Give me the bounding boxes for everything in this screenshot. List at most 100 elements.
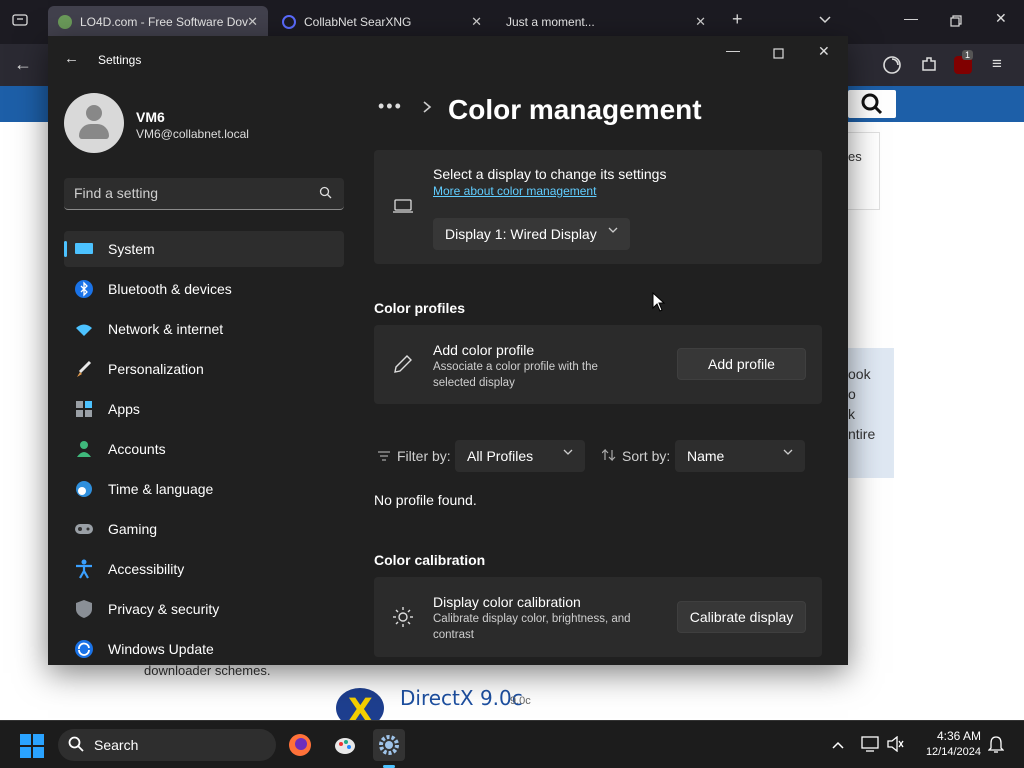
new-tab-icon[interactable]: + xyxy=(732,9,743,30)
sidebar-item-bluetooth[interactable]: Bluetooth & devices xyxy=(64,271,344,307)
sidebar-item-label: Accessibility xyxy=(108,561,185,577)
sidebar-item-gaming[interactable]: Gaming xyxy=(64,511,344,547)
sidebar-item-label: Accounts xyxy=(108,441,166,457)
sidebar-item-system[interactable]: System xyxy=(64,231,344,267)
clock-date[interactable]: 12/14/2024 xyxy=(917,746,981,758)
sort-icon xyxy=(601,448,616,464)
filter-label: Filter by: xyxy=(397,448,451,464)
firefox-app-icon[interactable] xyxy=(284,729,316,761)
notification-bell-icon[interactable] xyxy=(987,736,1005,759)
sidebar-item-accounts[interactable]: Accounts xyxy=(64,431,344,467)
site-card xyxy=(848,132,880,210)
sidebar-item-privacy[interactable]: Privacy & security xyxy=(64,591,344,627)
calibration-description: Calibrate display color, brightness, and… xyxy=(433,613,631,641)
sidebar-item-time-language[interactable]: Time & language xyxy=(64,471,344,507)
filter-dropdown-value: All Profiles xyxy=(467,448,534,464)
brush-icon xyxy=(74,359,94,379)
settings-app-icon[interactable] xyxy=(373,729,405,761)
wifi-icon xyxy=(74,319,94,339)
sort-dropdown[interactable]: Name xyxy=(675,440,805,472)
clock-time[interactable]: 4:36 AM xyxy=(917,729,981,743)
display-select-title: Select a display to change its settings xyxy=(433,166,667,182)
chevron-up-icon[interactable] xyxy=(831,737,845,755)
tab-label: LO4D.com - Free Software Dov xyxy=(80,15,249,29)
chevron-down-icon xyxy=(563,448,573,459)
minimize-icon[interactable]: — xyxy=(904,10,918,26)
gamepad-icon xyxy=(74,519,94,539)
chevron-down-icon[interactable] xyxy=(818,12,832,28)
product-title-link[interactable]: DirectX 9.0c xyxy=(400,686,523,710)
sort-dropdown-value: Name xyxy=(687,448,725,464)
search-input[interactable] xyxy=(74,185,304,201)
search-icon xyxy=(861,93,883,115)
sidebar-item-accessibility[interactable]: Accessibility xyxy=(64,551,344,587)
paint-app-icon[interactable] xyxy=(329,729,361,761)
color-profiles-heading: Color profiles xyxy=(374,300,466,316)
network-icon[interactable] xyxy=(861,736,879,757)
sidebar-item-network[interactable]: Network & internet xyxy=(64,311,344,347)
back-arrow-icon[interactable]: ← xyxy=(64,50,79,67)
chevron-right-icon xyxy=(422,100,432,119)
globe-clock-icon xyxy=(74,479,94,499)
sidebar-item-windows-update[interactable]: Windows Update xyxy=(64,631,344,665)
volume-muted-icon[interactable] xyxy=(886,735,904,757)
laptop-icon xyxy=(392,198,414,219)
display-dropdown-value: Display 1: Wired Display xyxy=(445,226,597,242)
sidebar-item-personalization[interactable]: Personalization xyxy=(64,351,344,387)
sidebar-item-label: Bluetooth & devices xyxy=(108,281,232,297)
calibrate-display-button[interactable]: Calibrate display xyxy=(677,601,806,633)
apps-icon xyxy=(74,399,94,419)
window-title: Settings xyxy=(98,53,142,67)
menu-icon[interactable]: ≡ xyxy=(992,54,1002,74)
tab-list-icon[interactable] xyxy=(12,13,28,30)
search-favicon-icon xyxy=(282,15,296,29)
close-tab-icon[interactable]: ✕ xyxy=(471,14,482,30)
sidebar-item-label: Apps xyxy=(108,401,140,417)
sidebar-item-label: Personalization xyxy=(108,361,204,377)
taskbar-search-label: Search xyxy=(94,737,139,753)
sync-icon[interactable] xyxy=(882,55,902,80)
close-tab-icon[interactable]: ✕ xyxy=(695,14,706,30)
sidebar-item-label: Windows Update xyxy=(108,641,214,657)
close-tab-icon[interactable]: ✕ xyxy=(247,14,258,30)
close-icon[interactable]: ✕ xyxy=(995,10,1007,27)
extensions-icon[interactable] xyxy=(920,55,938,78)
add-profile-title: Add color profile xyxy=(433,342,535,358)
empty-profiles-message: No profile found. xyxy=(374,492,477,508)
browser-tab[interactable]: LO4D.com - Free Software Dov ✕ xyxy=(48,6,268,38)
restore-icon[interactable] xyxy=(950,14,962,30)
add-color-profile-card: Add color profile Associate a color prof… xyxy=(374,325,822,404)
brightness-icon xyxy=(392,606,414,633)
browser-tab[interactable]: Just a moment... ✕ xyxy=(496,6,716,38)
find-setting-field[interactable] xyxy=(64,178,344,210)
sidebar-item-label: Gaming xyxy=(108,521,158,537)
sidebar-item-apps[interactable]: Apps xyxy=(64,391,344,427)
add-profile-button[interactable]: Add profile xyxy=(677,348,806,380)
start-button[interactable] xyxy=(20,734,44,763)
filter-dropdown[interactable]: All Profiles xyxy=(455,440,585,472)
user-name: VM6 xyxy=(136,109,165,125)
site-body-text: downloader schemes. xyxy=(144,663,271,678)
page-title: Color management xyxy=(448,94,702,125)
chevron-down-icon xyxy=(608,226,618,237)
user-email: VM6@collabnet.local xyxy=(136,127,249,141)
sidebar-item-label: System xyxy=(108,241,155,257)
selection-indicator xyxy=(64,241,67,257)
avatar[interactable] xyxy=(64,93,124,153)
site-text: o xyxy=(848,386,856,402)
main-content: ••• Color management Select a display to… xyxy=(374,36,848,665)
windows-logo-icon xyxy=(20,734,44,758)
browser-tab[interactable]: CollabNet SearXNG ✕ xyxy=(272,6,492,38)
taskbar: Search 4:36 AM 12/14/2024 xyxy=(0,720,1024,768)
search-icon xyxy=(68,736,84,756)
display-dropdown[interactable]: Display 1: Wired Display xyxy=(433,218,630,250)
add-profile-description: Associate a color profile with the selec… xyxy=(433,361,598,389)
site-search-button[interactable] xyxy=(848,90,896,118)
taskbar-search[interactable]: Search xyxy=(58,729,276,761)
update-icon xyxy=(74,639,94,659)
accessibility-icon xyxy=(74,559,94,579)
eyedropper-icon xyxy=(392,353,414,380)
back-arrow-icon[interactable]: ← xyxy=(14,54,32,75)
color-management-help-link[interactable]: More about color management xyxy=(433,184,596,198)
breadcrumb-overflow-button[interactable]: ••• xyxy=(378,96,403,117)
